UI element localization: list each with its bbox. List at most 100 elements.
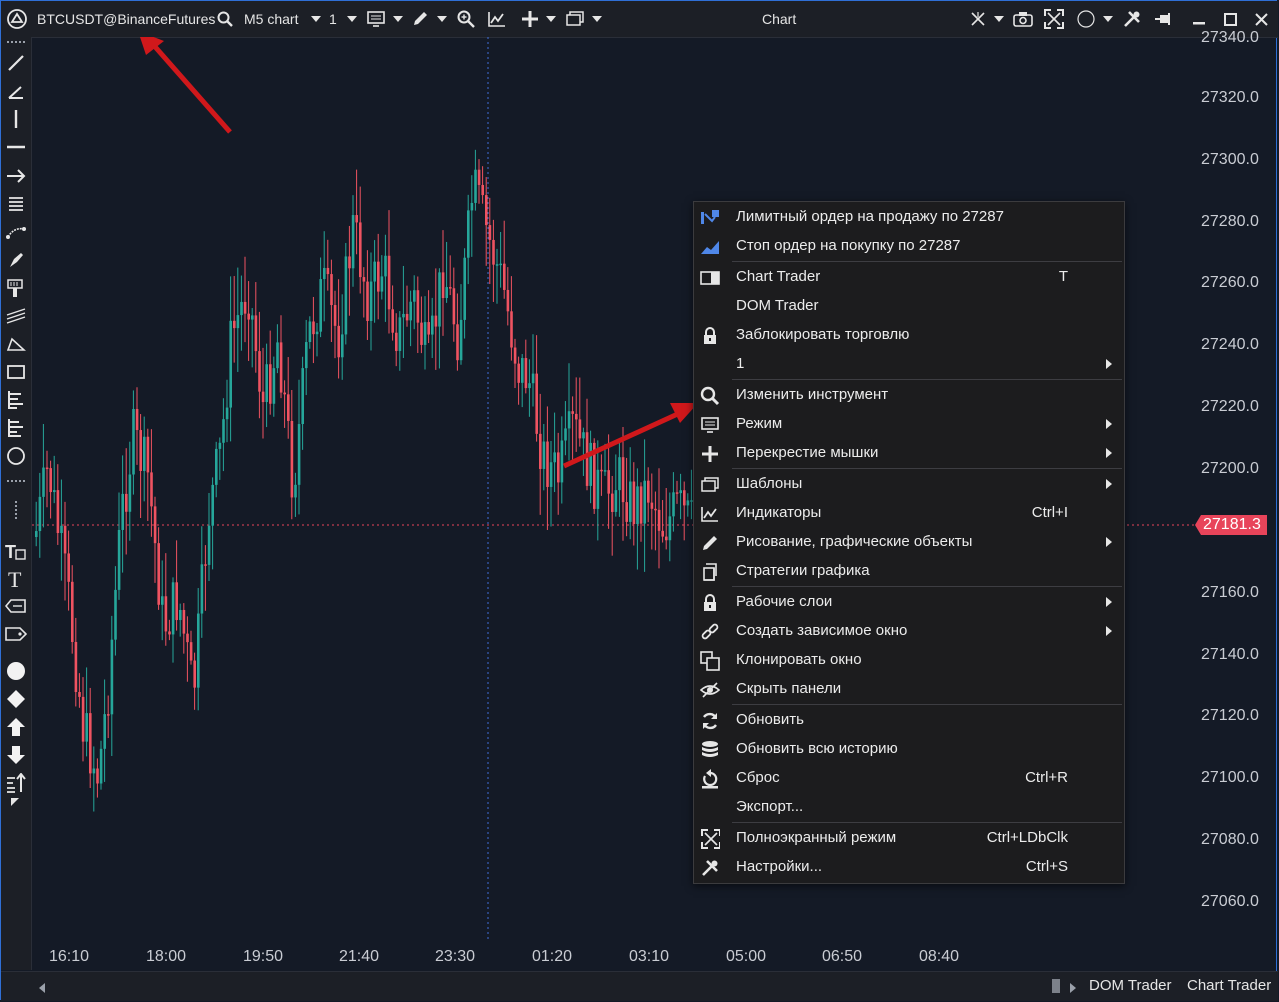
menu-item[interactable]: Сброс Ctrl+R <box>694 765 1124 793</box>
menu-item[interactable]: Лимитный ордер на продажу по 27287 <box>694 204 1124 232</box>
candle-body <box>672 492 675 517</box>
menu-item[interactable]: Обновить всю историю <box>694 736 1124 764</box>
candle-body <box>575 413 578 420</box>
count-dropdown[interactable]: 1 <box>329 1 337 37</box>
menu-item[interactable]: Chart Trader T <box>694 264 1124 292</box>
menu-item[interactable]: Скрыть панели <box>694 676 1124 704</box>
symbol-search-icon[interactable] <box>217 1 233 37</box>
tab-chart-trader[interactable]: Chart Trader <box>1187 977 1271 994</box>
timeframe-dropdown[interactable]: M5 chart <box>244 1 298 37</box>
angle-line-icon[interactable] <box>4 79 28 103</box>
menu-item[interactable]: Клонировать окно <box>694 647 1124 675</box>
text-label-icon[interactable]: T <box>4 539 28 563</box>
candle-body <box>513 347 517 364</box>
sell-limit-icon <box>700 209 720 227</box>
camera-icon[interactable] <box>1013 1 1033 37</box>
fibonacci-icon[interactable] <box>4 276 28 300</box>
chevron-down-icon[interactable] <box>347 1 357 37</box>
pencil-icon[interactable] <box>411 1 429 37</box>
link-circle-icon[interactable] <box>1076 1 1096 37</box>
indicators-icon[interactable] <box>488 1 506 37</box>
trend-line-icon[interactable] <box>4 51 28 75</box>
candle-body <box>247 313 250 320</box>
templates-icon[interactable] <box>566 1 584 37</box>
menu-item[interactable]: Рисование, графические объекты <box>694 529 1124 557</box>
menu-item[interactable]: Перекрестие мышки <box>694 440 1124 468</box>
candle-body <box>657 509 661 531</box>
text-icon[interactable]: T <box>4 566 28 590</box>
horizontal-line-icon[interactable] <box>4 135 28 159</box>
symbol-label[interactable]: BTCUSDT@BinanceFutures <box>37 1 215 37</box>
gann-fan-icon[interactable] <box>4 388 28 412</box>
plus-icon[interactable] <box>521 1 539 37</box>
price-axis[interactable]: 27340.0 27320.0 27300.0 27280.0 27260.0 … <box>1195 29 1277 941</box>
circle-marker-icon[interactable] <box>4 659 28 683</box>
arrow-right-icon[interactable] <box>4 164 28 188</box>
sort-arrows-icon[interactable] <box>4 771 28 795</box>
dotted-vertical-icon[interactable] <box>4 499 28 523</box>
menu-item[interactable]: Стоп ордер на покупку по 27287 <box>694 233 1124 261</box>
chevron-down-icon[interactable] <box>393 1 403 37</box>
chevron-down-icon[interactable] <box>311 1 321 37</box>
menu-item[interactable]: Шаблоны <box>694 471 1124 499</box>
candle-body <box>578 419 582 439</box>
chevron-down-icon[interactable] <box>592 1 602 37</box>
pin-icon[interactable] <box>1154 1 1174 37</box>
menu-item[interactable]: Создать зависимое окно <box>694 618 1124 646</box>
chevron-down-icon[interactable] <box>437 1 447 37</box>
menu-item[interactable]: Рабочие слои <box>694 589 1124 617</box>
scrollbar-thumb[interactable] <box>1052 979 1060 993</box>
candle-body <box>146 436 150 473</box>
candle-body <box>481 184 484 196</box>
zoom-icon[interactable] <box>457 1 475 37</box>
scroll-left-icon[interactable] <box>39 980 45 998</box>
monitor-icon[interactable] <box>367 1 385 37</box>
arrow-up-marker-icon[interactable] <box>4 715 28 739</box>
time-axis[interactable]: 16:10 18:00 19:50 21:40 23:30 01:20 03:1… <box>32 941 1195 971</box>
brush-icon[interactable] <box>4 248 28 272</box>
menu-item[interactable]: 1 <box>694 351 1124 379</box>
menu-item[interactable]: Режим <box>694 411 1124 439</box>
vertical-line-icon[interactable] <box>4 107 28 131</box>
rectangle-icon[interactable] <box>4 360 28 384</box>
grip-dots-icon[interactable] <box>4 37 28 47</box>
gann-box-icon[interactable] <box>4 416 28 440</box>
diamond-marker-icon[interactable] <box>4 687 28 711</box>
tag-icon[interactable] <box>4 622 28 646</box>
fullscreen-icon[interactable] <box>1043 1 1065 37</box>
curve-icon[interactable] <box>4 220 28 244</box>
menu-item[interactable]: Изменить инструмент <box>694 382 1124 410</box>
channel-icon[interactable] <box>4 304 28 328</box>
candle-body <box>445 287 448 299</box>
candle-body <box>485 195 488 226</box>
menu-item[interactable]: Стратегии графика <box>694 558 1124 586</box>
chevron-down-icon[interactable] <box>546 1 556 37</box>
menu-item[interactable]: Настройки... Ctrl+S <box>694 854 1124 882</box>
candle-body <box>211 484 214 526</box>
candle-body <box>150 472 153 507</box>
parallel-lines-icon[interactable] <box>4 192 28 216</box>
expand-corner-icon[interactable] <box>4 797 28 809</box>
menu-item[interactable]: Индикаторы Ctrl+I <box>694 500 1124 528</box>
candle-body <box>373 261 376 282</box>
chevron-down-icon[interactable] <box>1103 1 1113 37</box>
settings-tools-icon[interactable] <box>1122 1 1142 37</box>
menu-item[interactable]: Экспорт... <box>694 794 1124 822</box>
horizontal-scrollbar[interactable] <box>51 976 1051 996</box>
price-axis-label: 27220.0 <box>1201 398 1259 415</box>
chevron-down-icon[interactable] <box>994 1 1004 37</box>
cursor-mode-icon[interactable] <box>970 1 986 37</box>
menu-item[interactable]: Полноэкранный режим Ctrl+LDbClk <box>694 825 1124 853</box>
price-axis-label: 27300.0 <box>1201 151 1259 168</box>
candle-body <box>182 609 186 634</box>
tab-dom-trader[interactable]: DOM Trader <box>1089 977 1172 994</box>
price-label-icon[interactable] <box>4 594 28 618</box>
arrow-down-marker-icon[interactable] <box>4 743 28 767</box>
menu-item[interactable]: Обновить <box>694 707 1124 735</box>
triangle-icon[interactable] <box>4 332 28 356</box>
menu-item-label: Стоп ордер на покупку по 27287 <box>736 237 961 254</box>
menu-item[interactable]: DOM Trader <box>694 293 1124 321</box>
ellipse-icon[interactable] <box>4 444 28 468</box>
menu-item[interactable]: Заблокировать торговлю <box>694 322 1124 350</box>
scroll-right-icon[interactable] <box>1070 980 1076 998</box>
